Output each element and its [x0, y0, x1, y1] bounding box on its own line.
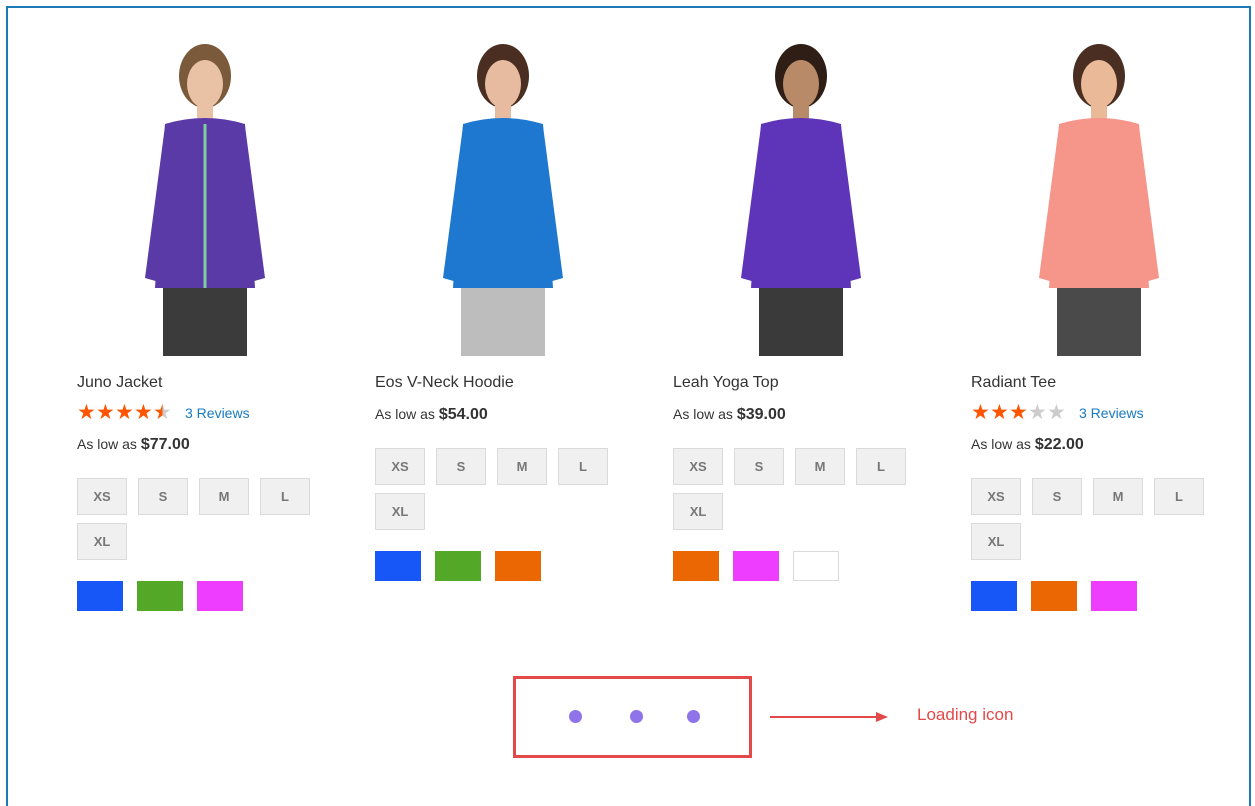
color-swatch[interactable] — [77, 581, 123, 611]
color-swatches — [971, 581, 1211, 611]
color-swatch[interactable] — [375, 551, 421, 581]
size-option-xl[interactable]: XL — [375, 493, 425, 530]
product-price: As low as $54.00 — [375, 406, 615, 424]
product-name[interactable]: Eos V-Neck Hoodie — [375, 374, 615, 392]
product-image[interactable] — [403, 38, 603, 356]
product-card-3[interactable]: Leah Yoga Top As low as $39.00 XS S M L XL — [673, 38, 913, 581]
product-price: As low as $39.00 — [673, 406, 913, 424]
reviews-link[interactable]: 3 Reviews — [185, 405, 250, 421]
star-icon: ★ — [134, 401, 153, 424]
star-icon: ★ — [971, 401, 990, 424]
size-option-m[interactable]: M — [199, 478, 249, 515]
price-prefix: As low as — [673, 406, 733, 422]
size-option-xl[interactable]: XL — [77, 523, 127, 560]
color-swatch[interactable] — [495, 551, 541, 581]
price-prefix: As low as — [77, 436, 137, 452]
product-price: As low as $22.00 — [971, 436, 1211, 454]
size-option-l[interactable]: L — [260, 478, 310, 515]
product-rating: ★ ★ ★ ★ ★ 3 Reviews — [77, 402, 317, 424]
product-name[interactable]: Leah Yoga Top — [673, 374, 913, 392]
loading-dot — [687, 710, 700, 723]
size-option-l[interactable]: L — [856, 448, 906, 485]
star-icon: ★ — [77, 401, 96, 424]
price-amount: $54.00 — [438, 406, 488, 423]
color-swatch[interactable] — [971, 581, 1017, 611]
reviews-link[interactable]: 3 Reviews — [1079, 405, 1144, 421]
product-image[interactable] — [999, 38, 1199, 356]
star-icon: ★ — [1028, 401, 1047, 424]
product-price: As low as $77.00 — [77, 436, 317, 454]
product-card-1[interactable]: Juno Jacket ★ ★ ★ ★ ★ 3 Reviews As low as $7… — [77, 38, 317, 611]
product-card-2[interactable]: Eos V-Neck Hoodie As low as $54.00 XS S M L… — [375, 38, 615, 581]
size-options: XS S M L XL — [673, 448, 923, 538]
size-option-l[interactable]: L — [558, 448, 608, 485]
star-icon: ★ — [1047, 401, 1066, 424]
size-option-xs[interactable]: XS — [673, 448, 723, 485]
size-option-xs[interactable]: XS — [375, 448, 425, 485]
annotation-label: Loading icon — [917, 705, 1014, 724]
model-figure — [145, 44, 265, 356]
color-swatches — [375, 551, 615, 581]
color-swatch[interactable] — [1091, 581, 1137, 611]
arrow-right-icon — [770, 712, 888, 722]
price-prefix: As low as — [375, 406, 435, 422]
size-option-s[interactable]: S — [138, 478, 188, 515]
star-icon: ★ — [1009, 401, 1028, 424]
product-name[interactable]: Juno Jacket — [77, 374, 317, 392]
size-option-m[interactable]: M — [1093, 478, 1143, 515]
product-card-4[interactable]: Radiant Tee ★ ★ ★ ★ ★ 3 Reviews As low as $2… — [971, 38, 1211, 611]
size-option-xl[interactable]: XL — [673, 493, 723, 530]
color-swatch[interactable] — [435, 551, 481, 581]
color-swatch[interactable] — [673, 551, 719, 581]
color-swatch[interactable] — [793, 551, 839, 581]
price-amount: $22.00 — [1034, 436, 1084, 453]
star-icon: ★ — [115, 401, 134, 424]
loading-indicator-highlight — [513, 676, 752, 758]
rating-stars: ★ ★ ★ ★ ★ — [77, 401, 172, 424]
size-option-xl[interactable]: XL — [971, 523, 1021, 560]
size-option-s[interactable]: S — [436, 448, 486, 485]
rating-stars: ★ ★ ★ ★ ★ — [971, 401, 1066, 424]
color-swatch[interactable] — [1031, 581, 1077, 611]
color-swatch[interactable] — [733, 551, 779, 581]
size-options: XS S M L XL — [77, 478, 327, 568]
size-option-s[interactable]: S — [734, 448, 784, 485]
loading-dot — [630, 710, 643, 723]
size-option-xs[interactable]: XS — [971, 478, 1021, 515]
size-option-s[interactable]: S — [1032, 478, 1082, 515]
loading-dot — [569, 710, 582, 723]
size-option-m[interactable]: M — [497, 448, 547, 485]
model-figure — [1039, 44, 1159, 356]
model-figure — [741, 44, 861, 356]
price-amount: $77.00 — [140, 436, 190, 453]
color-swatches — [673, 551, 913, 581]
color-swatches — [77, 581, 317, 611]
product-image[interactable] — [105, 38, 305, 356]
size-option-l[interactable]: L — [1154, 478, 1204, 515]
price-amount: $39.00 — [736, 406, 786, 423]
model-figure — [443, 44, 563, 356]
product-rating: ★ ★ ★ ★ ★ 3 Reviews — [971, 402, 1211, 424]
color-swatch[interactable] — [137, 581, 183, 611]
star-icon: ★ — [153, 401, 172, 424]
color-swatch[interactable] — [197, 581, 243, 611]
size-options: XS S M L XL — [971, 478, 1221, 568]
star-icon: ★ — [96, 401, 115, 424]
size-option-m[interactable]: M — [795, 448, 845, 485]
size-option-xs[interactable]: XS — [77, 478, 127, 515]
price-prefix: As low as — [971, 436, 1031, 452]
product-image[interactable] — [701, 38, 901, 356]
product-name[interactable]: Radiant Tee — [971, 374, 1211, 392]
size-options: XS S M L XL — [375, 448, 625, 538]
star-icon: ★ — [990, 401, 1009, 424]
